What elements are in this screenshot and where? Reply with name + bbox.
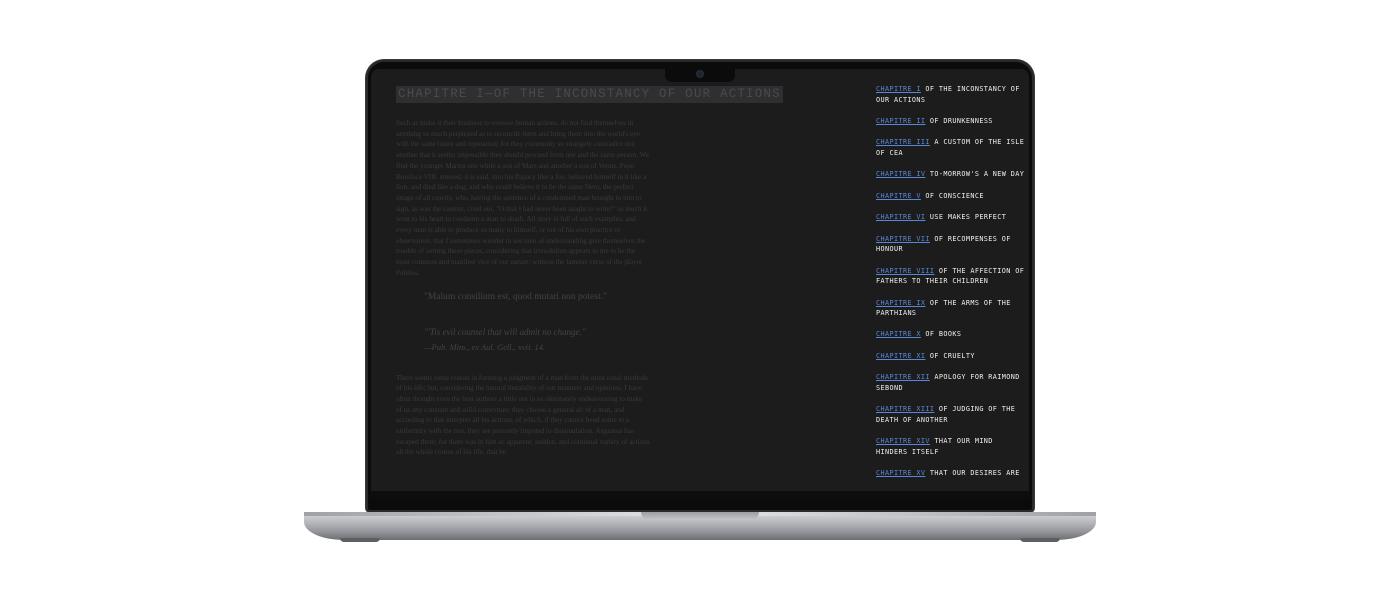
chapter-title: CHAPITRE I—OF THE INCONSTANCY OF OUR ACT… bbox=[396, 86, 783, 103]
toc-link[interactable]: CHAPITRE II bbox=[876, 117, 925, 125]
toc-link[interactable]: CHAPITRE V bbox=[876, 192, 921, 200]
toc-item: CHAPITRE VI USE MAKES PERFECT bbox=[876, 212, 1026, 223]
toc-link[interactable]: CHAPITRE VIII bbox=[876, 267, 934, 275]
toc-link[interactable]: CHAPITRE IX bbox=[876, 299, 925, 307]
toc-item-title: TO-MORROW'S A NEW DAY bbox=[925, 170, 1025, 179]
toc-item: CHAPITRE XI OF CRUELTY bbox=[876, 351, 1026, 362]
latin-quote: "Malum consilium est, quod mutari non po… bbox=[424, 291, 607, 302]
toc-item-title: OF CONSCIENCE bbox=[920, 191, 984, 200]
toc-item-title: OF BOOKS bbox=[920, 330, 962, 339]
laptop-foot bbox=[340, 538, 380, 542]
article-body: Such as make it their business to overse… bbox=[396, 118, 650, 492]
toc-item: CHAPITRE XIII OF JUDGING OF THE DEATH OF… bbox=[876, 404, 1026, 425]
article-paragraph: There seems some reason in forming a jud… bbox=[396, 373, 650, 457]
quote-citation: —Pub. Mim., ex Aul. Gell., xvii. 14. bbox=[424, 341, 546, 352]
toc-item-title: USE MAKES PERFECT bbox=[925, 213, 1007, 222]
toc-item: CHAPITRE XIV THAT OUR MIND HINDERS ITSEL… bbox=[876, 436, 1026, 457]
laptop-foot bbox=[1020, 538, 1060, 542]
toc-link[interactable]: CHAPITRE XV bbox=[876, 469, 925, 477]
toc-item: CHAPITRE IV TO-MORROW'S A NEW DAY bbox=[876, 169, 1026, 180]
toc-link[interactable]: CHAPITRE VII bbox=[876, 235, 930, 243]
article-paragraph: Such as make it their business to overse… bbox=[396, 119, 649, 277]
toc-item-title: OF CRUELTY bbox=[925, 351, 975, 360]
toc-item: CHAPITRE II OF DRUNKENNESS bbox=[876, 116, 1026, 127]
toc-link[interactable]: CHAPITRE XI bbox=[876, 352, 925, 360]
toc-item: CHAPITRE VII OF RECOMPENSES OF HONOUR bbox=[876, 234, 1026, 255]
toc-link[interactable]: CHAPITRE I bbox=[876, 85, 921, 93]
toc-item: CHAPITRE VIII OF THE AFFECTION OF FATHER… bbox=[876, 266, 1026, 287]
english-quote: "'Tis evil counsel that will admit no ch… bbox=[424, 326, 586, 337]
toc-item: CHAPITRE XV THAT OUR DESIRES ARE bbox=[876, 468, 1026, 479]
toc-link[interactable]: CHAPITRE III bbox=[876, 138, 930, 146]
screen-bezel-bottom bbox=[371, 491, 1029, 499]
table-of-contents: CHAPITRE I OF THE INCONSTANCY OF OUR ACT… bbox=[876, 84, 1026, 494]
toc-item: CHAPITRE III A CUSTOM OF THE ISLE OF CEA bbox=[876, 137, 1026, 158]
toc-item-title: THAT OUR DESIRES ARE bbox=[925, 469, 1020, 478]
laptop-opening-notch bbox=[641, 512, 759, 520]
toc-item: CHAPITRE XII APOLOGY FOR RAIMOND SEBOND bbox=[876, 372, 1026, 393]
toc-link[interactable]: CHAPITRE IV bbox=[876, 170, 925, 178]
toc-link[interactable]: CHAPITRE XII bbox=[876, 373, 930, 381]
toc-link[interactable]: CHAPITRE X bbox=[876, 330, 921, 338]
toc-link[interactable]: CHAPITRE XIV bbox=[876, 437, 930, 445]
toc-item: CHAPITRE X OF BOOKS bbox=[876, 329, 1026, 340]
toc-link[interactable]: CHAPITRE XIII bbox=[876, 405, 934, 413]
toc-link[interactable]: CHAPITRE VI bbox=[876, 213, 925, 221]
toc-item: CHAPITRE I OF THE INCONSTANCY OF OUR ACT… bbox=[876, 84, 1026, 105]
toc-item-title: OF DRUNKENNESS bbox=[925, 116, 993, 125]
toc-item: CHAPITRE V OF CONSCIENCE bbox=[876, 191, 1026, 202]
camera-icon bbox=[697, 71, 703, 77]
toc-item: CHAPITRE IX OF THE ARMS OF THE PARTHIANS bbox=[876, 298, 1026, 319]
